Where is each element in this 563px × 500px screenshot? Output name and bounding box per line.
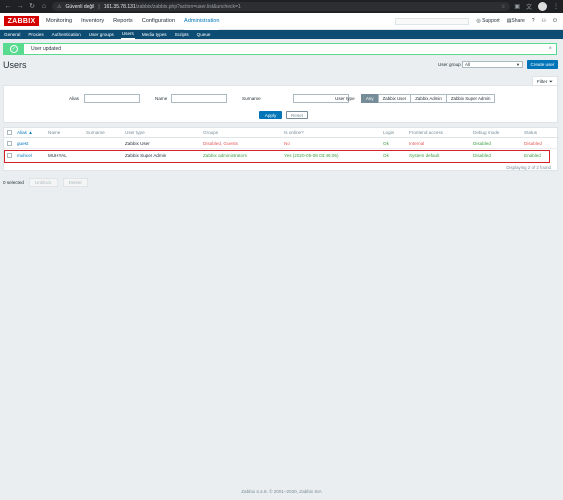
url-path: /zabbix/zabbix.php?action=user.list&unch… xyxy=(135,3,241,10)
user-type-zabbix-admin[interactable]: Zabbix Admin xyxy=(410,94,447,103)
zabbix-logo[interactable]: ZABBIX xyxy=(4,16,39,26)
submenu-queue[interactable]: Queue xyxy=(196,30,212,39)
status-link[interactable]: Disabled xyxy=(524,141,542,146)
header-status: Status xyxy=(524,130,538,135)
header-name[interactable]: Name xyxy=(48,130,60,135)
menu-monitoring[interactable]: Monitoring xyxy=(46,13,72,30)
header-is-online: Is online? xyxy=(284,130,304,135)
menu-configuration[interactable]: Configuration xyxy=(142,13,175,30)
translate-icon[interactable]: 文 xyxy=(526,2,532,11)
alias-label: Alias xyxy=(69,96,79,101)
warning-icon: ⚠ xyxy=(57,3,62,10)
url-host: 161.35.78.131 xyxy=(103,3,136,10)
search-input[interactable] xyxy=(395,17,470,25)
highlight-box xyxy=(4,150,550,163)
surname-label: Surname xyxy=(242,96,261,101)
displaying-count: Displaying 2 of 2 found xyxy=(506,165,551,170)
sub-menu: General Proxies Authentication User grou… xyxy=(0,29,563,40)
sign-out-icon[interactable]: ⏻ xyxy=(553,18,557,24)
copyright: Zabbix 4.4.8. © 2001–2020, Zabbix SIA xyxy=(241,489,322,494)
menu-administration[interactable]: Administration xyxy=(184,12,220,30)
delete-button[interactable]: Delete xyxy=(62,178,88,187)
forward-icon[interactable]: → xyxy=(16,0,24,13)
user-type-selector: Any Zabbix User Zabbix Admin Zabbix Supe… xyxy=(361,94,496,103)
close-icon[interactable]: × xyxy=(548,46,552,52)
users-table: Alias ▲ Name Surname User type Groups Is… xyxy=(3,127,559,171)
apply-button[interactable]: Apply xyxy=(259,111,282,119)
header-debug-mode: Debug mode xyxy=(473,130,500,135)
insecure-label: Güvenli değil xyxy=(65,3,95,10)
frontend-access: Internal xyxy=(409,141,425,146)
user-type-label: User type xyxy=(335,96,355,101)
extension-icon[interactable]: ▣ xyxy=(514,3,520,10)
user-type-zabbix-user[interactable]: Zabbix User xyxy=(377,94,412,103)
home-icon[interactable]: ⌂ xyxy=(40,0,48,13)
table-header: Alias ▲ Name Surname User type Groups Is… xyxy=(4,128,559,138)
zabbix-header: ZABBIX Monitoring Inventory Reports Conf… xyxy=(0,12,563,30)
user-group-label: User group xyxy=(438,62,461,67)
header-user-type[interactable]: User type xyxy=(125,130,145,135)
submenu-authentication[interactable]: Authentication xyxy=(51,30,82,39)
create-user-button[interactable]: Create user xyxy=(527,60,558,69)
user-type-zabbix-super-admin[interactable]: Zabbix Super Admin xyxy=(445,94,496,103)
name-input[interactable] xyxy=(171,94,227,103)
unblock-button[interactable]: Unblock xyxy=(28,178,58,187)
page-title: Users xyxy=(3,60,27,70)
chevron-down-icon: ▼ xyxy=(516,62,520,67)
user-profile-icon[interactable]: ⚇ xyxy=(542,18,546,24)
header-alias[interactable]: Alias ▲ xyxy=(17,130,33,135)
submenu-general[interactable]: General xyxy=(3,30,21,39)
bookmark-star-icon[interactable]: ☆ xyxy=(501,4,505,10)
filter-panel: Alias Name Surname User type Any Zabbix … xyxy=(3,85,558,123)
support-icon: ◎ xyxy=(476,18,481,24)
support-link[interactable]: ◎ Support xyxy=(476,18,499,24)
submenu-media-types[interactable]: Media types xyxy=(141,30,168,39)
select-all-checkbox[interactable] xyxy=(7,130,12,135)
header-groups: Groups xyxy=(203,130,219,135)
reset-button[interactable]: Reset xyxy=(286,111,308,119)
share-link[interactable]: ▤Share xyxy=(507,18,525,24)
online-status: No xyxy=(284,141,290,146)
menu-inventory[interactable]: Inventory xyxy=(81,13,104,30)
success-message: ✓ User updated × xyxy=(3,43,557,55)
selected-count: 0 selected xyxy=(3,180,24,185)
login-status: Ok xyxy=(383,141,389,146)
user-groups-link[interactable]: Disabled, Guests xyxy=(203,141,238,146)
menu-reports[interactable]: Reports xyxy=(113,13,133,30)
address-bar[interactable]: ⚠ Güvenli değil | 161.35.78.131/zabbix/z… xyxy=(52,2,511,11)
submenu-proxies[interactable]: Proxies xyxy=(27,30,44,39)
debug-mode: Disabled xyxy=(473,141,491,146)
user-type-any[interactable]: Any xyxy=(361,94,379,103)
table-row: guest Zabbix User Disabled, Guests No Ok… xyxy=(4,139,559,149)
submenu-users[interactable]: Users xyxy=(120,29,135,40)
reload-icon[interactable]: ↻ xyxy=(28,0,36,13)
menu-dots-icon[interactable]: ⋮ xyxy=(553,3,559,10)
browser-toolbar: ← → ↻ ⌂ ⚠ Güvenli değil | 161.35.78.131/… xyxy=(0,0,563,13)
checkmark-icon: ✓ xyxy=(10,45,18,53)
name-label: Name xyxy=(155,96,168,101)
alias-input[interactable] xyxy=(84,94,140,103)
user-alias-link[interactable]: guest xyxy=(17,141,28,146)
user-type: Zabbix User xyxy=(125,141,150,146)
back-icon[interactable]: ← xyxy=(4,0,12,13)
message-text: User updated xyxy=(31,46,62,52)
mass-actions: 0 selected Unblock Delete xyxy=(3,178,88,187)
user-group-select[interactable]: All ▼ xyxy=(462,61,523,68)
main-menu: Monitoring Inventory Reports Configurati… xyxy=(46,12,220,30)
header-surname[interactable]: Surname xyxy=(86,130,105,135)
filter-icon: ⏷ xyxy=(549,78,553,84)
submenu-user-groups[interactable]: User groups xyxy=(88,30,115,39)
submenu-scripts[interactable]: Scripts xyxy=(174,30,190,39)
filter-tab[interactable]: Filter ⏷ xyxy=(532,76,558,85)
row-checkbox[interactable] xyxy=(7,141,12,146)
header-login: Login xyxy=(383,130,395,135)
profile-avatar[interactable] xyxy=(538,2,547,11)
header-frontend-access: Frontend access xyxy=(409,130,443,135)
help-icon[interactable]: ? xyxy=(532,18,535,24)
